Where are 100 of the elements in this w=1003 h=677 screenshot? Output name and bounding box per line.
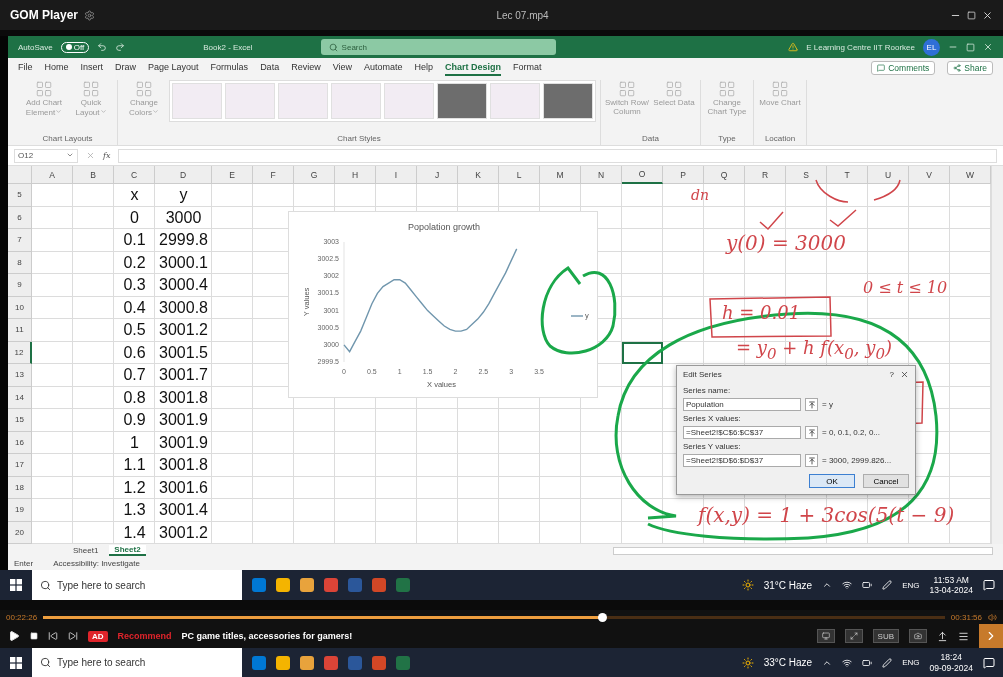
play-icon[interactable] — [8, 630, 20, 642]
column-header[interactable]: T — [827, 166, 868, 184]
app-tile-icon[interactable] — [348, 655, 362, 670]
view-button[interactable] — [816, 629, 835, 643]
subtitle-button[interactable]: SUB — [872, 629, 899, 643]
row-header[interactable]: 13 — [8, 364, 32, 387]
chevron-up-icon[interactable] — [822, 580, 833, 590]
chart-style-thumbnail[interactable] — [225, 83, 275, 119]
stop-icon[interactable] — [30, 632, 38, 640]
ribbon-tab[interactable]: Automate — [364, 60, 403, 76]
ribbon-tab[interactable]: Insert — [80, 60, 104, 76]
column-header[interactable]: U — [868, 166, 909, 184]
app-tile-icon[interactable] — [372, 578, 386, 592]
close-icon[interactable] — [900, 370, 909, 379]
maximize-icon[interactable] — [966, 42, 975, 52]
menu-icon[interactable] — [958, 630, 969, 642]
avatar[interactable]: EL — [923, 38, 940, 56]
previous-icon[interactable] — [48, 631, 58, 641]
windows-logo-icon[interactable] — [10, 579, 22, 591]
chart-style-thumbnail[interactable] — [490, 83, 540, 119]
formula-input[interactable] — [118, 148, 997, 163]
share-button[interactable]: Share — [947, 61, 993, 75]
column-header[interactable]: F — [253, 166, 294, 184]
ribbon-tab[interactable]: Formulas — [210, 60, 249, 76]
ribbon-tab[interactable]: Page Layout — [148, 60, 199, 76]
language-indicator[interactable]: ENG — [902, 658, 920, 667]
column-header[interactable]: Q — [704, 166, 745, 184]
column-header[interactable]: A — [32, 166, 73, 184]
column-header[interactable]: J — [417, 166, 458, 184]
clock[interactable]: 11:53 AM 13-04-2024 — [929, 574, 973, 596]
maximize-icon[interactable] — [967, 10, 976, 20]
chart-style-thumbnail[interactable] — [384, 83, 434, 119]
seek-bar[interactable] — [43, 615, 945, 619]
side-panel-button[interactable] — [979, 624, 1003, 648]
input-field[interactable]: Population — [683, 398, 801, 411]
column-header[interactable]: B — [73, 166, 114, 184]
redo-icon[interactable] — [115, 42, 126, 52]
vertical-scrollbar[interactable] — [991, 166, 1003, 544]
row-header[interactable]: 11 — [8, 319, 32, 342]
row-header[interactable]: 14 — [8, 386, 32, 409]
capture-button[interactable] — [909, 629, 927, 643]
ribbon-tab[interactable]: Chart Design — [445, 60, 502, 76]
notification-icon[interactable] — [983, 656, 995, 669]
app-tile-icon[interactable] — [396, 578, 410, 592]
row-header[interactable]: 12 — [8, 341, 32, 364]
help-button[interactable]: ? — [889, 370, 894, 379]
close-icon[interactable] — [982, 9, 993, 21]
selected-cell[interactable] — [622, 341, 663, 364]
ribbon-tab[interactable]: Draw — [115, 60, 137, 76]
column-header[interactable]: D — [155, 166, 212, 184]
app-tile-icon[interactable] — [324, 578, 338, 592]
row-header[interactable]: 8 — [8, 251, 32, 274]
column-header[interactable]: M — [540, 166, 581, 184]
row-header[interactable]: 5 — [8, 184, 32, 207]
function-label[interactable]: fx — [103, 151, 111, 160]
chart-style-gallery[interactable] — [169, 80, 596, 122]
settings-icon[interactable] — [84, 9, 96, 21]
ad-link[interactable]: PC game titles, accessories for gamers! — [181, 631, 353, 641]
name-box[interactable]: O12 — [14, 148, 78, 163]
weather-text[interactable]: 31°C Haze — [763, 579, 813, 591]
column-header[interactable]: W — [950, 166, 991, 184]
next-icon[interactable] — [68, 631, 78, 641]
ribbon-tab[interactable]: Review — [291, 60, 321, 76]
cancel-button[interactable]: Cancel — [863, 474, 909, 488]
column-header[interactable]: P — [663, 166, 704, 184]
app-tile-icon[interactable] — [396, 655, 410, 670]
notification-icon[interactable] — [983, 579, 995, 591]
clock[interactable]: 18:24 09-09-2024 — [929, 652, 973, 673]
input-field[interactable]: =Sheet2!$D$6:$D$37 — [683, 454, 801, 467]
windows-logo-icon[interactable] — [10, 656, 22, 669]
ok-button[interactable]: OK — [809, 474, 855, 488]
row-header[interactable]: 7 — [8, 229, 32, 252]
ribbon-tab[interactable]: Data — [260, 60, 280, 76]
ribbon-tab[interactable]: View — [332, 60, 352, 76]
row-header[interactable]: 20 — [8, 521, 32, 544]
app-tile-icon[interactable] — [300, 578, 314, 592]
fit-button[interactable] — [844, 629, 863, 643]
column-header[interactable]: G — [294, 166, 335, 184]
app-tile-icon[interactable] — [372, 655, 386, 670]
taskbar-search-field[interactable]: Type here to search — [32, 570, 242, 600]
chart-style-thumbnail[interactable] — [331, 83, 381, 119]
app-tile-icon[interactable] — [300, 655, 314, 670]
row-header[interactable]: 9 — [8, 274, 32, 297]
column-header[interactable]: C — [114, 166, 155, 184]
volume-icon[interactable] — [988, 612, 997, 622]
column-header[interactable]: O — [622, 166, 663, 184]
row-header[interactable]: 18 — [8, 476, 32, 499]
row-header[interactable]: 19 — [8, 499, 32, 522]
comments-button[interactable]: Comments — [871, 61, 936, 75]
search-field[interactable]: Search — [320, 39, 556, 55]
eject-icon[interactable] — [937, 630, 948, 642]
row-header[interactable]: 17 — [8, 454, 32, 477]
chart-style-thumbnail[interactable] — [278, 83, 328, 119]
column-header[interactable]: E — [212, 166, 253, 184]
row-header[interactable]: 16 — [8, 431, 32, 454]
chart-style-thumbnail[interactable] — [437, 83, 487, 119]
sheet-tab[interactable]: Sheet1 — [68, 546, 104, 555]
ribbon-tab[interactable]: File — [18, 60, 33, 76]
chart-style-thumbnail[interactable] — [543, 83, 593, 119]
row-header[interactable]: 15 — [8, 409, 32, 432]
